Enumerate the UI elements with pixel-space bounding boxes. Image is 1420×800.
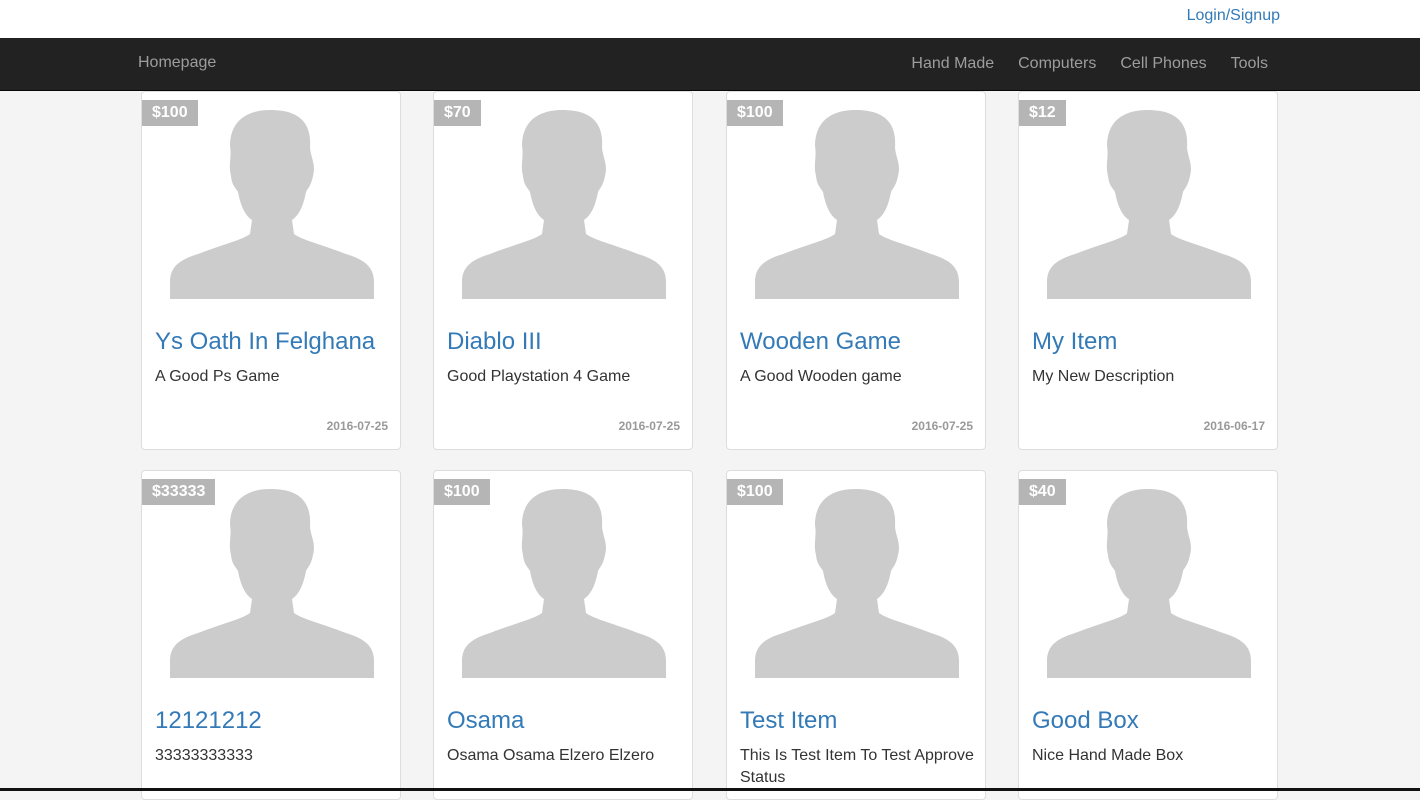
item-card[interactable]: $40 Good Box Nice Hand Made Box [1018, 470, 1278, 800]
brand-homepage-link[interactable]: Homepage [138, 54, 216, 72]
avatar-placeholder-icon [462, 108, 666, 299]
avatar-placeholder-icon [170, 108, 374, 299]
avatar-placeholder-icon [170, 487, 374, 678]
item-title-link[interactable]: My Item [1032, 328, 1117, 356]
item-description: Nice Hand Made Box [1032, 747, 1184, 764]
item-description: Osama Osama Elzero Elzero [447, 747, 655, 764]
item-card[interactable]: $12 My Item My New Description 2016-06-1… [1018, 91, 1278, 450]
item-title-link[interactable]: Ys Oath In Felghana [155, 328, 375, 356]
item-description: A Good Wooden game [740, 368, 902, 385]
item-description: 33333333333 [155, 747, 253, 764]
avatar-placeholder-icon [755, 108, 959, 299]
upper-bar: Login/Signup [0, 0, 1420, 38]
item-description: A Good Ps Game [155, 368, 280, 385]
nav-link-tools[interactable]: Tools [1219, 55, 1280, 73]
item-card[interactable]: $33333 12121212 33333333333 [141, 470, 401, 800]
item-date: 2016-06-17 [1203, 419, 1265, 433]
item-date: 2016-07-25 [911, 419, 973, 433]
avatar-placeholder-icon [462, 487, 666, 678]
item-title-link[interactable]: Wooden Game [740, 328, 901, 356]
item-description: Good Playstation 4 Game [447, 368, 631, 385]
item-title-link[interactable]: Osama [447, 707, 524, 735]
item-title-link[interactable]: 12121212 [155, 707, 262, 735]
item-card[interactable]: $100 Wooden Game A Good Wooden game 2016… [726, 91, 986, 450]
item-card[interactable]: $100 Test Item This Is Test Item To Test… [726, 470, 986, 800]
login-signup-link[interactable]: Login/Signup [1187, 7, 1280, 25]
item-title-link[interactable]: Diablo III [447, 328, 542, 356]
item-description: This Is Test Item To Test Approve Status [740, 747, 974, 786]
item-date: 2016-07-25 [618, 419, 680, 433]
item-card[interactable]: $100 Osama Osama Osama Elzero Elzero [433, 470, 693, 800]
main-navbar: Homepage Hand Made Computers Cell Phones… [0, 38, 1420, 91]
nav-link-cell-phones[interactable]: Cell Phones [1108, 55, 1218, 73]
avatar-placeholder-icon [1047, 487, 1251, 678]
item-card[interactable]: $70 Diablo III Good Playstation 4 Game 2… [433, 91, 693, 450]
item-title-link[interactable]: Good Box [1032, 707, 1139, 735]
avatar-placeholder-icon [1047, 108, 1251, 299]
item-card[interactable]: $100 Ys Oath In Felghana A Good Ps Game … [141, 91, 401, 450]
item-title-link[interactable]: Test Item [740, 707, 837, 735]
nav-link-hand-made[interactable]: Hand Made [899, 55, 1006, 73]
item-description: My New Description [1032, 368, 1175, 385]
nav-link-computers[interactable]: Computers [1006, 55, 1108, 73]
item-date: 2016-07-25 [326, 419, 388, 433]
category-nav: Hand Made Computers Cell Phones Tools [899, 38, 1280, 90]
avatar-placeholder-icon [755, 487, 959, 678]
